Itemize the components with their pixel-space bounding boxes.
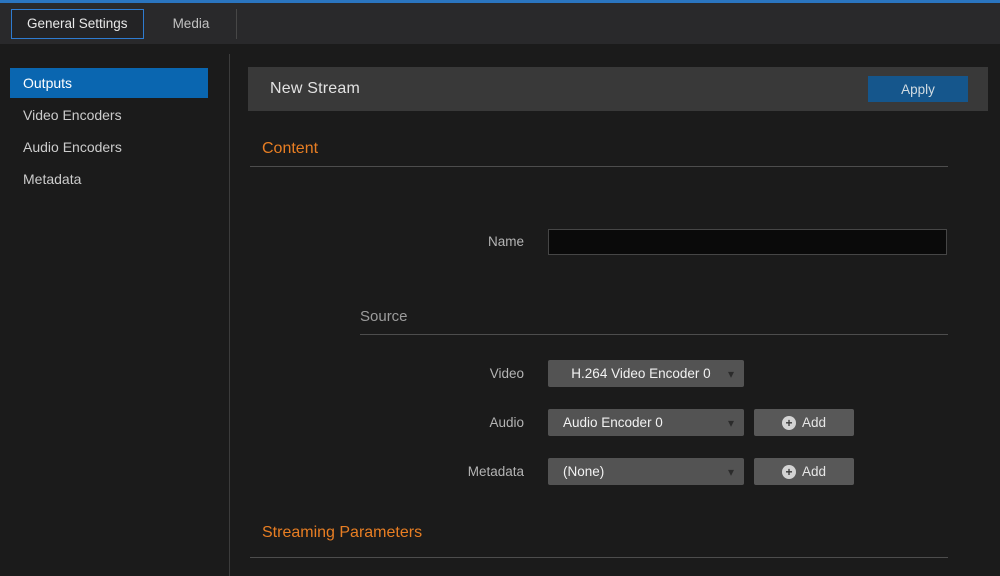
audio-label: Audio [230, 409, 524, 436]
apply-button[interactable]: Apply [868, 76, 968, 102]
sidebar: Outputs Video Encoders Audio Encoders Me… [0, 44, 229, 576]
page-title: New Stream [248, 80, 360, 98]
name-label: Name [230, 229, 524, 255]
tab-separator [236, 9, 237, 39]
chevron-down-icon: ▾ [728, 367, 744, 381]
section-title-content: Content [262, 140, 318, 158]
add-audio-button-label: Add [802, 415, 826, 430]
metadata-label: Metadata [230, 458, 524, 485]
add-metadata-button-label: Add [802, 464, 826, 479]
top-tab-bar: General Settings Media [0, 0, 1000, 44]
main-panel: New Stream Apply Content Name Source Vid… [230, 44, 1000, 576]
chevron-down-icon: ▾ [728, 416, 744, 430]
video-label: Video [230, 360, 524, 387]
sidebar-item-metadata[interactable]: Metadata [10, 164, 208, 194]
add-metadata-button[interactable]: + Add [754, 458, 854, 485]
sidebar-item-outputs[interactable]: Outputs [10, 68, 208, 98]
tab-media[interactable]: Media [158, 9, 225, 39]
metadata-source-dropdown[interactable]: (None) ▾ [548, 458, 744, 485]
name-input[interactable] [548, 229, 947, 255]
subsection-title-source: Source [360, 308, 408, 325]
streaming-section-divider [250, 557, 948, 558]
chevron-down-icon: ▾ [728, 465, 744, 479]
content-area: Outputs Video Encoders Audio Encoders Me… [0, 44, 1000, 576]
plus-circle-icon: + [782, 465, 796, 479]
source-subsection-divider [360, 334, 948, 335]
tab-general-settings[interactable]: General Settings [11, 9, 144, 39]
metadata-source-selected-value: (None) [548, 464, 728, 479]
video-source-selected-value: H.264 Video Encoder 0 [548, 366, 728, 381]
content-section-divider [250, 166, 948, 167]
section-title-streaming-parameters: Streaming Parameters [262, 524, 422, 542]
panel-header: New Stream Apply [248, 67, 988, 111]
audio-source-dropdown[interactable]: Audio Encoder 0 ▾ [548, 409, 744, 436]
sidebar-item-video-encoders[interactable]: Video Encoders [10, 100, 208, 130]
audio-source-selected-value: Audio Encoder 0 [548, 415, 728, 430]
plus-circle-icon: + [782, 416, 796, 430]
video-source-dropdown[interactable]: H.264 Video Encoder 0 ▾ [548, 360, 744, 387]
sidebar-item-audio-encoders[interactable]: Audio Encoders [10, 132, 208, 162]
add-audio-button[interactable]: + Add [754, 409, 854, 436]
